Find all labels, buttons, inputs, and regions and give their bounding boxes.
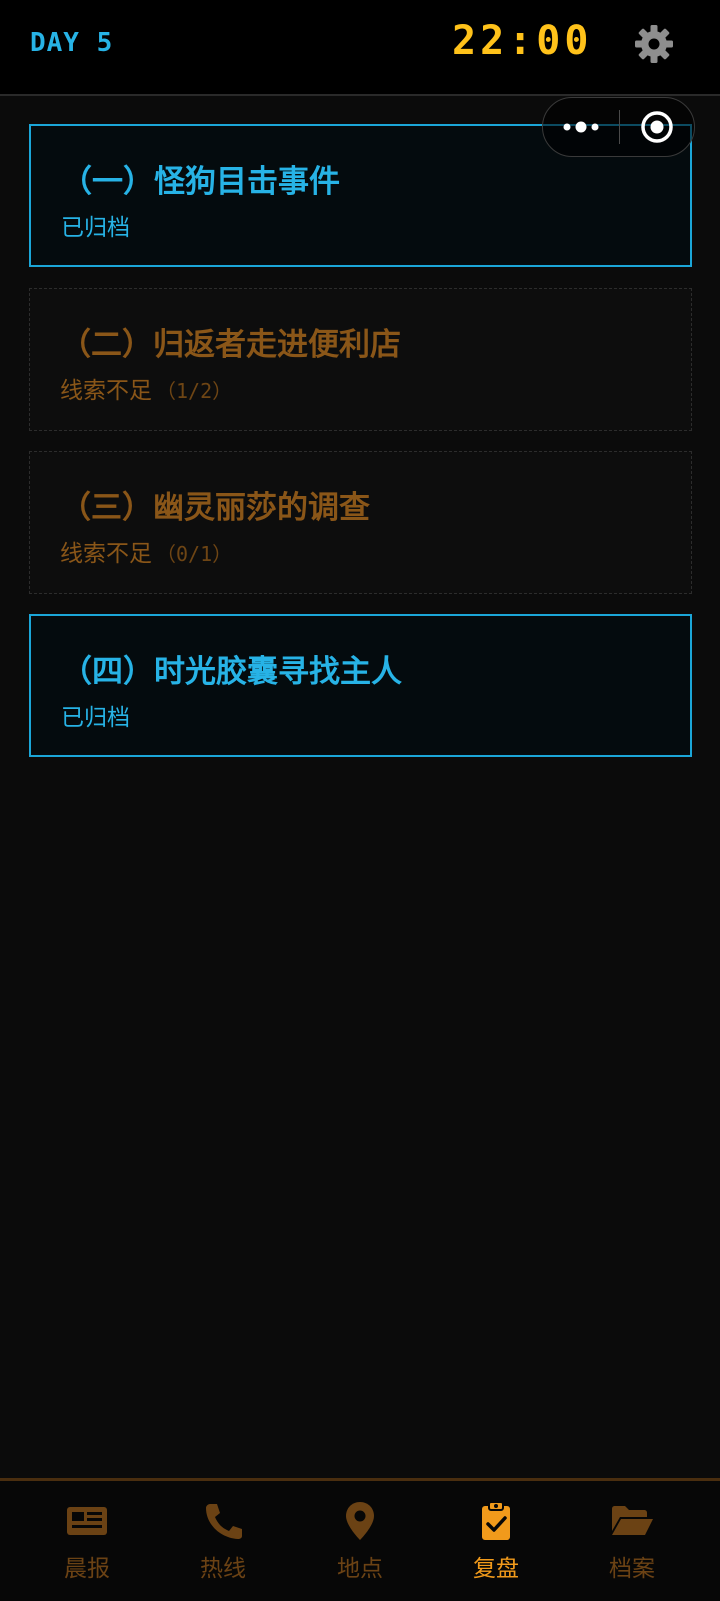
gear-icon xyxy=(635,25,673,63)
case-progress: （1/2） xyxy=(156,379,233,403)
tab-locations[interactable]: 地点 xyxy=(292,1495,428,1595)
case-status: 线索不足 （0/1） xyxy=(60,534,232,568)
clipboard-check-icon xyxy=(482,1501,510,1540)
case-status: 已归档 xyxy=(61,698,130,732)
case-card-4[interactable]: （四）时光胶囊寻找主人 已归档 xyxy=(29,614,692,757)
target-close-icon xyxy=(641,111,673,143)
tab-label: 热线 xyxy=(200,1556,246,1582)
case-status: 已归档 xyxy=(61,208,130,242)
newspaper-icon xyxy=(67,1507,107,1535)
folder-open-icon xyxy=(612,1506,653,1535)
case-status: 线索不足 （1/2） xyxy=(60,371,232,405)
exit-button[interactable] xyxy=(620,98,695,156)
tab-morning-news[interactable]: 晨报 xyxy=(19,1495,155,1595)
case-status-text: 线索不足 xyxy=(60,378,152,404)
miniprogram-capsule xyxy=(542,97,695,157)
case-progress: （0/1） xyxy=(156,542,233,566)
tab-label: 复盘 xyxy=(473,1556,519,1582)
tab-review[interactable]: 复盘 xyxy=(428,1495,564,1595)
tab-archive[interactable]: 档案 xyxy=(564,1495,700,1595)
settings-button[interactable] xyxy=(634,24,674,64)
map-pin-icon xyxy=(346,1502,374,1540)
clock-display: 22:00 xyxy=(452,18,593,64)
more-dots-icon xyxy=(563,121,599,133)
case-card-3[interactable]: （三）幽灵丽莎的调查 线索不足 （0/1） xyxy=(29,451,692,594)
case-title: （三）幽灵丽莎的调查 xyxy=(60,490,370,526)
tab-label: 地点 xyxy=(337,1556,383,1582)
case-title: （一）怪狗目击事件 xyxy=(61,164,340,200)
tab-label: 晨报 xyxy=(64,1556,110,1582)
case-title: （二）归返者走进便利店 xyxy=(60,327,401,363)
more-button[interactable] xyxy=(543,98,619,156)
case-status-text: 已归档 xyxy=(61,705,130,731)
case-card-2[interactable]: （二）归返者走进便利店 线索不足 （1/2） xyxy=(29,288,692,431)
tab-hotline[interactable]: 热线 xyxy=(155,1495,291,1595)
tab-label: 档案 xyxy=(609,1556,655,1582)
case-status-text: 已归档 xyxy=(61,215,130,241)
case-status-text: 线索不足 xyxy=(60,541,152,567)
top-bar: DAY 5 22:00 xyxy=(0,0,720,96)
phone-icon xyxy=(206,1504,242,1539)
case-title: （四）时光胶囊寻找主人 xyxy=(61,654,402,690)
bottom-tab-bar: 晨报 热线 地点 复盘 档案 xyxy=(0,1478,720,1601)
day-label: DAY 5 xyxy=(30,28,114,58)
